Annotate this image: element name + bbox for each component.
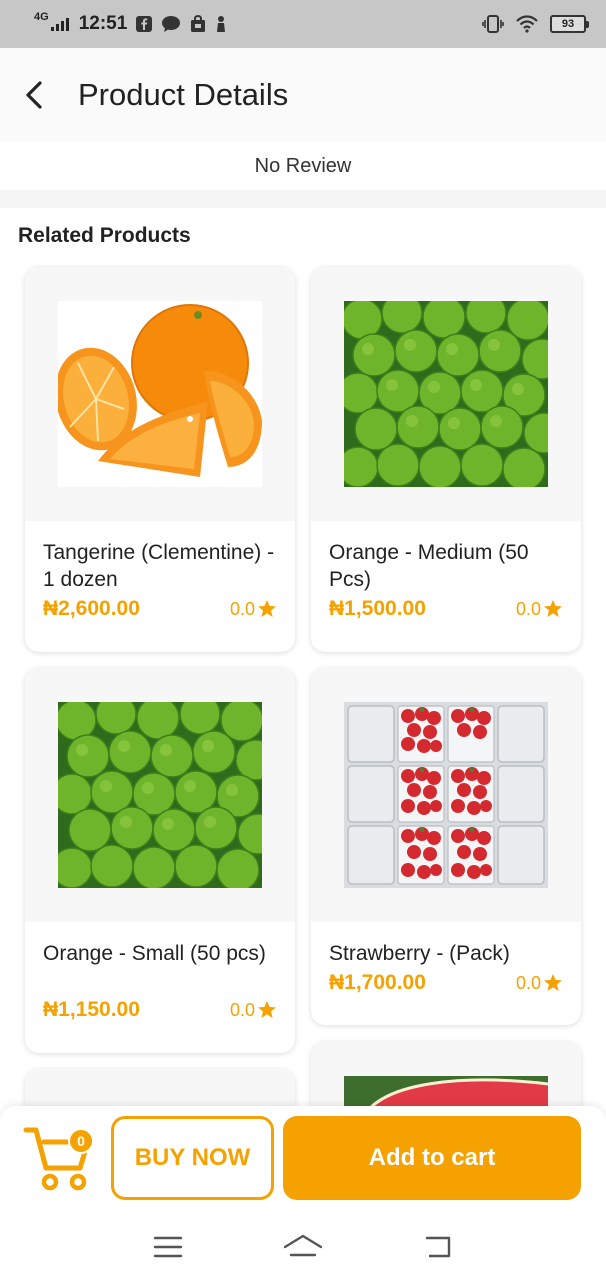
- product-info: Orange - Medium (50 Pcs) ₦1,500.00 0.0: [311, 521, 581, 621]
- facebook-icon: [136, 16, 153, 32]
- product-meta: ₦1,500.00 0.0: [329, 597, 563, 621]
- status-left: 4G 12:51: [34, 11, 227, 35]
- related-products-title: Related Products: [18, 224, 191, 247]
- back-nav-button[interactable]: [408, 1227, 468, 1267]
- product-name: Strawberry - (Pack): [329, 942, 510, 965]
- network-type: 4G: [34, 11, 49, 23]
- star-icon: [544, 974, 562, 991]
- product-image-strawberries: [344, 702, 548, 888]
- product-image-area: [25, 668, 295, 922]
- product-price: ₦1,150.00: [43, 998, 140, 1021]
- product-card[interactable]: Tangerine (Clementine) - 1 dozen ₦2,600.…: [25, 267, 295, 652]
- product-info: Tangerine (Clementine) - 1 dozen ₦2,600.…: [25, 521, 295, 621]
- section-divider: [0, 190, 606, 208]
- status-right: 93: [482, 15, 589, 33]
- star-icon: [258, 600, 276, 617]
- product-card[interactable]: Orange - Small (50 pcs) ₦1,150.00 0.0: [25, 668, 295, 1053]
- rating-value: 0.0: [515, 972, 541, 993]
- product-card[interactable]: Orange - Medium (50 Pcs) ₦1,500.00 0.0: [311, 267, 581, 652]
- star-icon: [258, 1001, 276, 1018]
- home-nav-button[interactable]: [273, 1227, 333, 1267]
- product-image-green-oranges: [344, 301, 548, 487]
- bottom-action-bar: 0 BUY NOW Add to cart: [0, 1106, 606, 1214]
- star-icon: [544, 600, 562, 617]
- product-price: ₦2,600.00: [43, 597, 140, 620]
- product-name: Orange - Small (50 pcs): [43, 942, 266, 965]
- review-section: No Review: [0, 142, 606, 190]
- back-button[interactable]: [0, 48, 70, 142]
- rating-value: 0.0: [229, 999, 255, 1020]
- product-rating: 0.0: [516, 599, 563, 620]
- battery-icon: 93: [550, 15, 589, 33]
- product-name: Tangerine (Clementine) - 1 dozen: [43, 541, 275, 591]
- product-price: ₦1,700.00: [329, 971, 426, 994]
- rating-value: 0.0: [515, 598, 541, 619]
- product-info: Strawberry - (Pack) ₦1,700.00 0.0: [311, 922, 581, 995]
- messenger-icon: [162, 16, 181, 32]
- product-rating: 0.0: [230, 599, 277, 620]
- buy-now-button[interactable]: BUY NOW: [111, 1116, 274, 1200]
- product-image-oranges: [58, 301, 262, 487]
- product-image-area: [25, 267, 295, 521]
- home-icon: [283, 1234, 323, 1257]
- bag-icon: [191, 15, 206, 32]
- product-rating: 0.0: [230, 1000, 277, 1021]
- cart-button[interactable]: 0: [22, 1122, 98, 1194]
- product-price: ₦1,500.00: [329, 597, 426, 620]
- status-bar: 4G 12:51 93: [0, 0, 606, 48]
- clock: 12:51: [78, 13, 128, 34]
- menu-icon: [153, 1236, 182, 1258]
- product-info: Orange - Small (50 pcs) ₦1,150.00 0.0: [25, 922, 295, 1022]
- product-rating: 0.0: [516, 973, 563, 994]
- screen: 4G 12:51 93 Product Details No Review Re…: [0, 0, 606, 1280]
- product-image-green-oranges: [58, 702, 262, 888]
- menu-nav-button[interactable]: [138, 1227, 198, 1267]
- person-icon: [217, 16, 226, 32]
- product-meta: ₦1,150.00 0.0: [43, 998, 277, 1022]
- product-name: Orange - Medium (50 Pcs): [329, 541, 529, 591]
- add-to-cart-button[interactable]: Add to cart: [283, 1116, 581, 1200]
- cart-count-badge: 0: [68, 1128, 94, 1154]
- no-review-text: No Review: [254, 154, 352, 177]
- wifi-icon: [516, 15, 538, 33]
- return-icon: [426, 1236, 451, 1258]
- product-card[interactable]: Strawberry - (Pack) ₦1,700.00 0.0: [311, 668, 581, 1025]
- rating-value: 0.0: [229, 598, 255, 619]
- system-nav-bar: [0, 1214, 606, 1280]
- product-image-area: [311, 267, 581, 521]
- app-header: Product Details: [0, 48, 606, 142]
- product-image-area: [311, 668, 581, 922]
- vibrate-icon: [482, 15, 504, 33]
- page-title: Product Details: [78, 77, 289, 112]
- product-meta: ₦2,600.00 0.0: [43, 597, 277, 621]
- chevron-left-icon: [26, 81, 42, 109]
- signal-icon: [50, 17, 69, 31]
- product-meta: ₦1,700.00 0.0: [329, 971, 563, 995]
